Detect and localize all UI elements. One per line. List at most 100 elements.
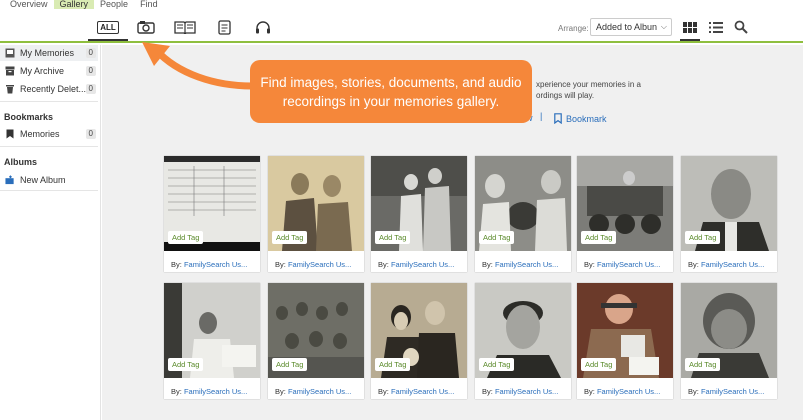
sidebar-item-recently-deleted[interactable]: Recently Delet... 0 xyxy=(0,81,98,97)
byline-prefix: By: xyxy=(584,260,595,269)
item-count-badge: 0 xyxy=(85,66,96,76)
byline-prefix: By: xyxy=(378,387,389,396)
add-tag-button[interactable]: Add Tag xyxy=(685,358,721,371)
all-icon: ALL xyxy=(97,20,119,34)
nav-people[interactable]: People xyxy=(94,0,134,9)
callout-tooltip: Find images, stories, documents, and aud… xyxy=(250,60,532,123)
item-count-badge: 0 xyxy=(85,129,96,139)
sidebar-item-bookmark-memories[interactable]: Memories 0 xyxy=(0,126,98,142)
add-tag-button[interactable]: Add Tag xyxy=(581,231,617,244)
sidebar-item-label: Recently Delet... xyxy=(20,84,86,94)
add-tag-button[interactable]: Add Tag xyxy=(479,358,515,371)
add-tag-button[interactable]: Add Tag xyxy=(168,358,204,371)
byline-prefix: By: xyxy=(378,260,389,269)
card-byline: By: FamilySearch Us... xyxy=(688,260,764,269)
bookmarks-heading: Bookmarks xyxy=(4,112,54,122)
arrange-select[interactable]: Added to Albun ⌵ xyxy=(590,18,672,36)
uploader-link[interactable]: FamilySearch Us... xyxy=(391,387,454,396)
card-byline: By: FamilySearch Us... xyxy=(378,260,454,269)
byline-prefix: By: xyxy=(482,260,493,269)
bookmark-link[interactable]: Bookmark xyxy=(554,113,607,124)
memory-card[interactable]: Add Tag By: FamilySearch Us... xyxy=(475,156,571,272)
uploader-link[interactable]: FamilySearch Us... xyxy=(495,387,558,396)
memory-card[interactable]: Add Tag By: FamilySearch Us... xyxy=(577,156,673,272)
uploader-link[interactable]: FamilySearch Us... xyxy=(288,387,351,396)
add-tag-button[interactable]: Add Tag xyxy=(479,231,515,244)
search-icon xyxy=(734,20,748,34)
list-view-button[interactable] xyxy=(709,22,723,33)
nav-find[interactable]: Find xyxy=(134,0,164,9)
add-tag-button[interactable]: Add Tag xyxy=(272,358,308,371)
uploader-link[interactable]: FamilySearch Us... xyxy=(184,260,247,269)
byline-prefix: By: xyxy=(482,387,493,396)
uploader-link[interactable]: FamilySearch Us... xyxy=(597,260,660,269)
sidebar-divider xyxy=(0,101,98,102)
filter-stories-button[interactable] xyxy=(173,18,197,36)
uploader-link[interactable]: FamilySearch Us... xyxy=(288,260,351,269)
sidebar-item-label: My Archive xyxy=(20,66,65,76)
grid-view-button[interactable] xyxy=(683,22,697,33)
card-byline: By: FamilySearch Us... xyxy=(171,260,247,269)
byline-prefix: By: xyxy=(688,387,699,396)
new-album-button[interactable]: New Album xyxy=(0,172,98,188)
filter-all-button[interactable]: ALL xyxy=(96,18,120,36)
memory-card[interactable]: Add Tag By: FamilySearch Us... xyxy=(268,156,364,272)
filter-documents-button[interactable] xyxy=(215,18,233,36)
sidebar-item-my-memories[interactable]: My Memories 0 xyxy=(0,45,98,61)
add-tag-button[interactable]: Add Tag xyxy=(168,231,204,244)
filter-audio-button[interactable] xyxy=(253,18,273,36)
arrange-selected-value: Added to Albun xyxy=(596,22,658,32)
nav-gallery[interactable]: Gallery xyxy=(53,0,95,9)
card-byline: By: FamilySearch Us... xyxy=(275,260,351,269)
memory-card[interactable]: Add Tag By: FamilySearch Us... xyxy=(371,156,467,272)
memory-card[interactable]: Add Tag By: FamilySearch Us... xyxy=(475,283,571,399)
book-icon xyxy=(174,21,196,34)
sidebar: My Memories 0 My Archive 0 Recently Dele… xyxy=(0,45,101,420)
memory-card[interactable]: Add Tag By: FamilySearch Us... xyxy=(577,283,673,399)
sidebar-divider xyxy=(0,146,98,147)
uploader-link[interactable]: FamilySearch Us... xyxy=(701,260,764,269)
nav-overview[interactable]: Overview xyxy=(4,0,54,9)
sidebar-item-label: Memories xyxy=(20,129,60,139)
link-separator: | xyxy=(540,111,543,121)
headphones-icon xyxy=(256,21,270,34)
filter-photos-button[interactable] xyxy=(136,18,156,36)
uploader-link[interactable]: FamilySearch Us... xyxy=(184,387,247,396)
add-tag-button[interactable]: Add Tag xyxy=(581,358,617,371)
card-byline: By: FamilySearch Us... xyxy=(688,387,764,396)
memory-card[interactable]: Add Tag By: FamilySearch Us... xyxy=(268,283,364,399)
memory-card[interactable]: Add Tag By: FamilySearch Us... xyxy=(681,283,777,399)
camera-icon xyxy=(137,21,155,34)
list-view-icon xyxy=(709,22,723,33)
memory-card[interactable]: Add Tag By: FamilySearch Us... xyxy=(164,283,260,399)
memory-card[interactable]: Add Tag By: FamilySearch Us... xyxy=(681,156,777,272)
chevron-down-icon: ⌵ xyxy=(660,22,667,31)
item-count-badge: 0 xyxy=(85,84,96,94)
card-byline: By: FamilySearch Us... xyxy=(584,260,660,269)
add-tag-button[interactable]: Add Tag xyxy=(375,358,411,371)
uploader-link[interactable]: FamilySearch Us... xyxy=(701,387,764,396)
search-button[interactable] xyxy=(734,20,748,34)
top-nav: Overview Gallery People Find xyxy=(0,0,803,10)
sidebar-item-my-archive[interactable]: My Archive 0 xyxy=(0,63,98,79)
sidebar-item-label: My Memories xyxy=(20,48,75,58)
memory-card[interactable]: Add Tag By: FamilySearch Us... xyxy=(371,283,467,399)
uploader-link[interactable]: FamilySearch Us... xyxy=(391,260,454,269)
sidebar-divider xyxy=(0,190,98,191)
add-tag-button[interactable]: Add Tag xyxy=(272,231,308,244)
card-byline: By: FamilySearch Us... xyxy=(275,387,351,396)
byline-prefix: By: xyxy=(584,387,595,396)
uploader-link[interactable]: FamilySearch Us... xyxy=(495,260,558,269)
intro-text: xperience your memories in a ordings wil… xyxy=(536,80,641,100)
bookmark-outline-icon xyxy=(554,113,562,124)
add-tag-button[interactable]: Add Tag xyxy=(375,231,411,244)
grid-view-icon xyxy=(683,22,697,33)
add-tag-button[interactable]: Add Tag xyxy=(685,231,721,244)
arrange-label: Arrange: xyxy=(558,24,589,33)
card-byline: By: FamilySearch Us... xyxy=(171,387,247,396)
uploader-link[interactable]: FamilySearch Us... xyxy=(597,387,660,396)
card-byline: By: FamilySearch Us... xyxy=(482,260,558,269)
card-byline: By: FamilySearch Us... xyxy=(584,387,660,396)
memory-card[interactable]: Add Tag By: FamilySearch Us... xyxy=(164,156,260,272)
byline-prefix: By: xyxy=(275,260,286,269)
